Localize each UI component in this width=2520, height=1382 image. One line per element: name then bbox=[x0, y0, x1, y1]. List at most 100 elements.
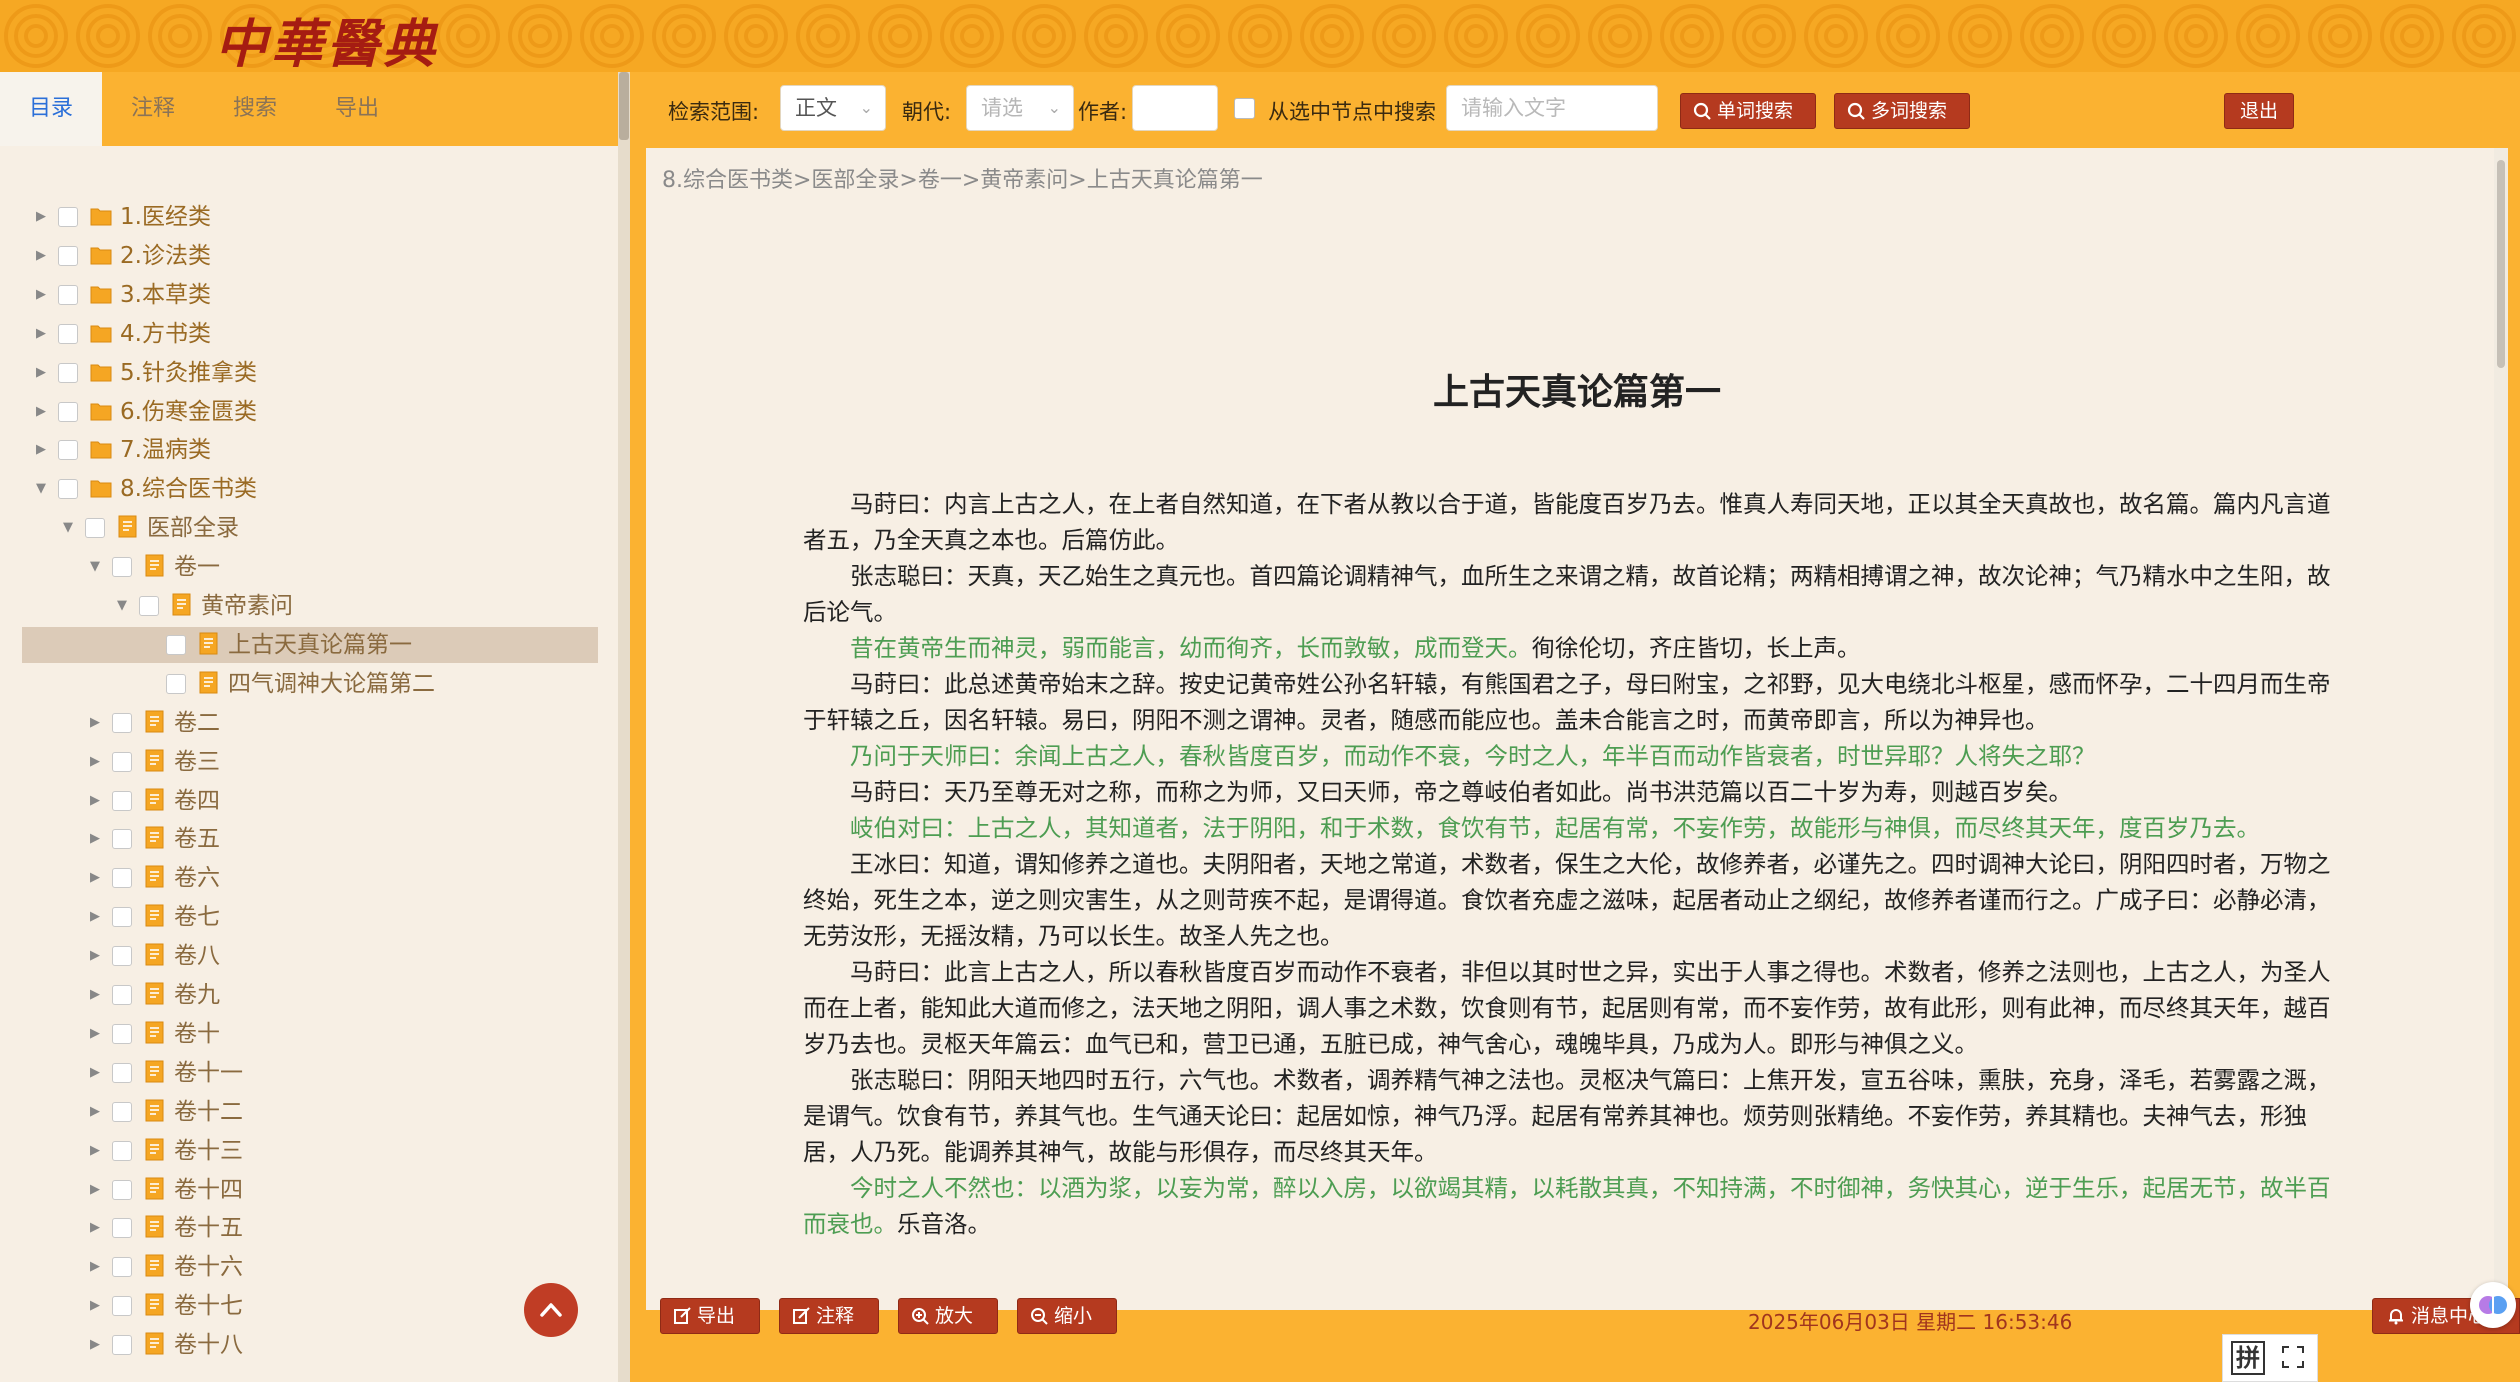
tab-annotation[interactable]: 注释 bbox=[102, 72, 204, 146]
tree-checkbox[interactable] bbox=[58, 362, 78, 383]
zoom-in-button[interactable]: 放大 bbox=[898, 1298, 998, 1334]
tree-checkbox[interactable] bbox=[112, 1296, 132, 1317]
left-scrollbar-thumb[interactable] bbox=[619, 72, 629, 140]
tree-item[interactable]: ▶ 卷三 bbox=[0, 744, 620, 780]
tree-checkbox[interactable] bbox=[112, 985, 132, 1005]
caret-right-icon[interactable]: ▶ bbox=[88, 1327, 102, 1363]
caret-right-icon[interactable]: ▶ bbox=[88, 1288, 102, 1324]
tree-checkbox[interactable] bbox=[58, 207, 78, 227]
caret-right-icon[interactable]: ▶ bbox=[88, 1210, 102, 1246]
tree-item[interactable]: ▶ 4.方书类 bbox=[0, 316, 620, 352]
tree-item[interactable]: ▶ 卷十 bbox=[0, 1016, 620, 1052]
caret-right-icon[interactable]: ▶ bbox=[88, 860, 102, 896]
author-input[interactable] bbox=[1132, 85, 1218, 131]
caret-right-icon[interactable]: ▶ bbox=[88, 705, 102, 741]
tree-item[interactable]: ▶ 3.本草类 bbox=[0, 277, 620, 313]
tree-item[interactable]: ▶ 卷十一 bbox=[0, 1055, 620, 1091]
tree-checkbox[interactable] bbox=[112, 1101, 132, 1122]
left-scrollbar[interactable] bbox=[618, 72, 630, 1382]
caret-right-icon[interactable]: ▶ bbox=[88, 821, 102, 857]
tree-checkbox[interactable] bbox=[112, 829, 132, 850]
dynasty-select[interactable]: 请选 ⌄ bbox=[966, 85, 1074, 131]
tree-item[interactable]: ▶ 2.诊法类 bbox=[0, 238, 620, 274]
caret-right-icon[interactable]: ▶ bbox=[88, 938, 102, 974]
caret-right-icon[interactable]: ▶ bbox=[34, 355, 48, 391]
caret-right-icon[interactable]: ▶ bbox=[88, 1016, 102, 1052]
tree-item[interactable]: ▶ 卷七 bbox=[0, 899, 620, 935]
tree-item[interactable]: ▶ 卷九 bbox=[0, 977, 620, 1013]
tree-item[interactable]: 上古天真论篇第一 bbox=[0, 626, 620, 663]
tree-checkbox[interactable] bbox=[112, 1023, 132, 1044]
tree-checkbox[interactable] bbox=[139, 596, 159, 616]
tree-item[interactable]: ▶ 7.温病类 bbox=[0, 432, 620, 468]
caret-right-icon[interactable]: ▶ bbox=[88, 744, 102, 780]
search-input[interactable]: 请输入文字 bbox=[1446, 85, 1658, 131]
caret-right-icon[interactable]: ▶ bbox=[34, 199, 48, 235]
tab-search[interactable]: 搜索 bbox=[204, 72, 306, 146]
tree-item[interactable]: ▶ 卷十五 bbox=[0, 1210, 620, 1246]
tree-item[interactable]: ▼ 8.综合医书类 bbox=[0, 471, 620, 507]
caret-right-icon[interactable]: ▶ bbox=[88, 1249, 102, 1285]
caret-right-icon[interactable]: ▶ bbox=[88, 1172, 102, 1208]
content-scrollbar[interactable] bbox=[2494, 148, 2508, 1310]
tree-checkbox[interactable] bbox=[58, 479, 78, 500]
assistant-brain-icon[interactable] bbox=[2470, 1282, 2516, 1328]
tree-checkbox[interactable] bbox=[166, 634, 186, 655]
annotate-button[interactable]: 注释 bbox=[779, 1298, 879, 1334]
tree-item[interactable]: ▶ 卷五 bbox=[0, 821, 620, 857]
tree-checkbox[interactable] bbox=[112, 1218, 132, 1239]
tree-item[interactable]: ▶ 卷四 bbox=[0, 783, 620, 819]
tree-item[interactable]: ▶ 卷十四 bbox=[0, 1172, 620, 1208]
tree-checkbox[interactable] bbox=[85, 518, 105, 539]
ime-pinyin-toggle[interactable]: 拼 bbox=[2231, 1341, 2265, 1375]
caret-down-icon[interactable]: ▼ bbox=[34, 471, 48, 507]
tree-checkbox[interactable] bbox=[112, 790, 132, 811]
tree-item[interactable]: ▶ 卷十六 bbox=[0, 1249, 620, 1285]
tree-checkbox[interactable] bbox=[58, 284, 78, 305]
zoom-out-button[interactable]: 缩小 bbox=[1017, 1298, 1117, 1334]
caret-right-icon[interactable]: ▶ bbox=[88, 783, 102, 819]
tree-item[interactable]: 四气调神大论篇第二 bbox=[0, 666, 620, 702]
caret-right-icon[interactable]: ▶ bbox=[88, 1133, 102, 1169]
node-search-checkbox[interactable] bbox=[1234, 98, 1255, 119]
caret-right-icon[interactable]: ▶ bbox=[34, 238, 48, 274]
ime-expand-icon[interactable] bbox=[2281, 1345, 2305, 1369]
caret-down-icon[interactable]: ▼ bbox=[61, 510, 75, 546]
tab-export[interactable]: 导出 bbox=[306, 72, 408, 146]
caret-right-icon[interactable]: ▶ bbox=[88, 1055, 102, 1091]
export-button[interactable]: 导出 bbox=[660, 1298, 760, 1334]
tree-item[interactable]: ▶ 卷二 bbox=[0, 705, 620, 741]
tree-checkbox[interactable] bbox=[58, 245, 78, 266]
tree-item[interactable]: ▶ 6.伤寒金匮类 bbox=[0, 394, 620, 430]
tree-checkbox[interactable] bbox=[112, 1335, 132, 1356]
scroll-to-top-button[interactable] bbox=[524, 1283, 578, 1337]
caret-right-icon[interactable]: ▶ bbox=[34, 432, 48, 468]
tree-item[interactable]: ▶ 5.针灸推拿类 bbox=[0, 355, 620, 391]
caret-right-icon[interactable]: ▶ bbox=[34, 277, 48, 313]
tree-item[interactable]: ▼ 黄帝素问 bbox=[0, 588, 620, 624]
tree-checkbox[interactable] bbox=[112, 1257, 132, 1278]
tree-item[interactable]: ▶ 卷十八 bbox=[0, 1327, 620, 1363]
tree-item[interactable]: ▶ 卷八 bbox=[0, 938, 620, 974]
tree-checkbox[interactable] bbox=[112, 1179, 132, 1200]
tab-catalog[interactable]: 目录 bbox=[0, 72, 102, 146]
tree-item[interactable]: ▶ 卷六 bbox=[0, 860, 620, 896]
scope-select[interactable]: 正文 ⌄ bbox=[780, 85, 886, 131]
tree-checkbox[interactable] bbox=[112, 712, 132, 733]
content-scrollbar-thumb[interactable] bbox=[2497, 160, 2505, 368]
tree-item[interactable]: ▶ 卷十三 bbox=[0, 1133, 620, 1169]
tree-item[interactable]: ▶ 1.医经类 bbox=[0, 199, 620, 235]
tree-checkbox[interactable] bbox=[166, 673, 186, 694]
tree-checkbox[interactable] bbox=[58, 401, 78, 422]
tree-item[interactable]: ▼ 医部全录 bbox=[0, 510, 620, 546]
caret-right-icon[interactable]: ▶ bbox=[88, 899, 102, 935]
caret-down-icon[interactable]: ▼ bbox=[115, 588, 129, 624]
caret-right-icon[interactable]: ▶ bbox=[88, 977, 102, 1013]
tree-checkbox[interactable] bbox=[58, 323, 78, 344]
tree-checkbox[interactable] bbox=[112, 907, 132, 928]
tree-item[interactable]: ▼ 卷一 bbox=[0, 549, 620, 585]
tree-checkbox[interactable] bbox=[112, 1062, 132, 1083]
exit-button[interactable]: 退出 bbox=[2224, 93, 2294, 129]
tree-checkbox[interactable] bbox=[112, 557, 132, 578]
tree-checkbox[interactable] bbox=[112, 751, 132, 772]
